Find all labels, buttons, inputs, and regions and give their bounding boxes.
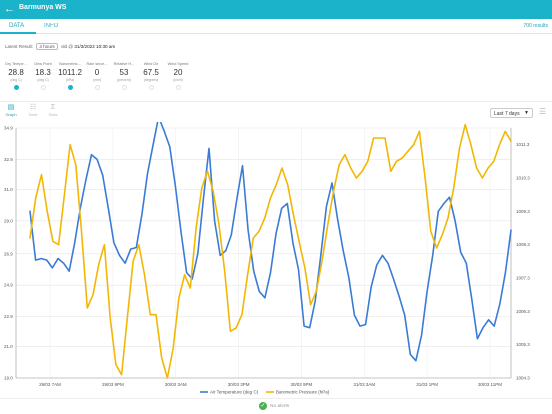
- sensor-unit: (mm): [93, 78, 101, 82]
- latest-result: Latest Result: 3 hours old @ 31/3/2022 1…: [5, 43, 115, 50]
- sensor-value: 1011.2: [58, 68, 82, 77]
- x-tick-label: 30/03 3PM: [228, 382, 250, 387]
- sensor-value: 28.8: [8, 68, 24, 77]
- y-left-tick-label: 21.0: [4, 344, 13, 349]
- sensor-unit: (deg C): [37, 78, 49, 82]
- latest-ago-label: old @: [60, 44, 74, 49]
- latest-result-label: Latest Result:: [5, 44, 34, 49]
- sensor-select-dot[interactable]: [67, 85, 73, 90]
- alert-status: No alerts: [270, 404, 290, 409]
- sigma-icon: Σ: [50, 104, 56, 111]
- sensor-card[interactable]: Wind Dir 67.5 (degrees): [139, 62, 163, 90]
- graph-view-label: Graph: [5, 112, 17, 117]
- section-divider: [0, 101, 552, 102]
- results-count: 700 results: [523, 23, 548, 29]
- tab-info[interactable]: INFO: [44, 23, 58, 29]
- y-right-tick-label: 1008.3: [516, 242, 530, 247]
- table-view-button[interactable]: ☷ Table: [26, 104, 40, 117]
- x-tick-label: 30/03 9PM: [291, 382, 313, 387]
- y-right-tick-label: 1009.3: [516, 209, 530, 214]
- sensor-card[interactable]: Dry Tempe... 28.8 (deg C): [4, 62, 28, 90]
- x-tick-label: 31/03 1PM: [416, 382, 438, 387]
- sensor-unit: (degrees): [143, 78, 159, 82]
- tab-bar: DATA INFO 700 results: [0, 19, 552, 34]
- y-right-tick-label: 1007.3: [516, 276, 530, 281]
- sensor-value: 67.5: [143, 68, 159, 77]
- sensor-card[interactable]: Wind Speed 20 (km/h): [166, 62, 190, 90]
- sensor-label: Rain since...: [86, 62, 108, 66]
- y-left-tick-label: 32.9: [4, 157, 13, 162]
- barometric-pressure-line: [29, 123, 512, 379]
- y-left-tick-label: 22.9: [4, 314, 13, 319]
- sensor-label: Wind Dir: [143, 62, 159, 66]
- sensor-card[interactable]: Barometric... 1011.2 (hPa): [58, 62, 82, 90]
- sensor-label: Relative H...: [113, 62, 135, 66]
- sensor-label: Dew Point: [34, 62, 52, 66]
- sensor-value: 53: [119, 68, 129, 77]
- active-tab-indicator: [0, 32, 36, 34]
- status-footer: ✓ No alerts: [0, 398, 552, 414]
- app-bar: ← Barmunya WS: [0, 0, 552, 19]
- graph-view-button[interactable]: ▤ Graph: [4, 104, 18, 117]
- sensor-value: 18.3: [35, 68, 51, 77]
- tab-data[interactable]: DATA: [9, 23, 24, 29]
- x-tick-label: 30/03 11PM: [478, 382, 502, 387]
- sensor-select-dot[interactable]: [40, 85, 46, 90]
- chart-icon: ▤: [7, 104, 15, 111]
- sensor-select-dot[interactable]: [121, 85, 127, 90]
- legend-label: Barometric Pressure (hPa): [276, 390, 330, 395]
- check-icon: ✓: [259, 402, 267, 410]
- y-right-tick-label: 1011.3: [516, 142, 530, 147]
- sensor-value: 0: [94, 68, 100, 77]
- latest-age-pill: 3 hours: [36, 43, 58, 50]
- sensor-value: 20: [173, 68, 183, 77]
- sensor-label: Barometric...: [59, 62, 81, 66]
- sensor-unit: (deg C): [10, 78, 22, 82]
- sensor-card[interactable]: Relative H... 53 (percent): [112, 62, 136, 90]
- x-tick-label: 29/03 9PM: [102, 382, 124, 387]
- date-range-select[interactable]: Last 7 days ▼: [490, 108, 533, 118]
- sensor-label: Dry Tempe...: [5, 62, 27, 66]
- sensor-select-dot[interactable]: [94, 85, 100, 90]
- stats-view-button[interactable]: Σ Stats: [46, 104, 60, 117]
- y-right-tick-label: 1004.3: [516, 376, 530, 381]
- sensor-card[interactable]: Rain since... 0 (mm): [85, 62, 109, 90]
- sensor-unit: (percent): [117, 78, 131, 82]
- y-left-tick-label: 19.0: [4, 376, 13, 381]
- y-left-tick-label: 29.0: [4, 218, 13, 223]
- x-tick-label: 31/03 3AM: [353, 382, 375, 387]
- line-chart: 19.0 21.0 22.9 24.9 26.9 29.0 31.0 32.9 34.9 1004…: [4, 122, 530, 395]
- date-range-value: Last 7 days: [494, 111, 520, 117]
- x-tick-label: 29/03 7AM: [39, 382, 61, 387]
- back-arrow-icon[interactable]: ←: [4, 2, 15, 16]
- table-icon: ☷: [29, 104, 37, 111]
- sensor-unit: (km/h): [173, 78, 183, 82]
- y-left-tick-label: 24.9: [4, 283, 13, 288]
- x-tick-label: 30/03 3AM: [165, 382, 187, 387]
- menu-icon[interactable]: ☰: [539, 107, 546, 116]
- y-left-tick-label: 31.0: [4, 187, 13, 192]
- latest-date: 31/3/2022 10:30 am: [74, 44, 116, 49]
- y-right-tick-label: 1005.3: [516, 342, 530, 347]
- sensor-select-dot[interactable]: [175, 85, 181, 90]
- sensor-card[interactable]: Dew Point 18.3 (deg C): [31, 62, 55, 90]
- y-right-tick-label: 1006.3: [516, 309, 530, 314]
- y-left-tick-label: 34.9: [4, 126, 13, 131]
- legend-label: Air Temperature (deg C): [210, 390, 259, 395]
- sensor-unit: (hPa): [65, 78, 75, 82]
- sensor-label: Wind Speed: [167, 62, 189, 66]
- caret-down-icon: ▼: [524, 110, 529, 116]
- page-title: Barmunya WS: [19, 4, 67, 11]
- table-view-label: Table: [28, 112, 38, 117]
- stats-view-label: Stats: [48, 112, 58, 117]
- sensor-select-dot[interactable]: [13, 85, 19, 90]
- y-right-tick-label: 1010.3: [516, 176, 530, 181]
- y-left-tick-label: 26.9: [4, 251, 13, 256]
- sensor-select-dot[interactable]: [148, 85, 154, 90]
